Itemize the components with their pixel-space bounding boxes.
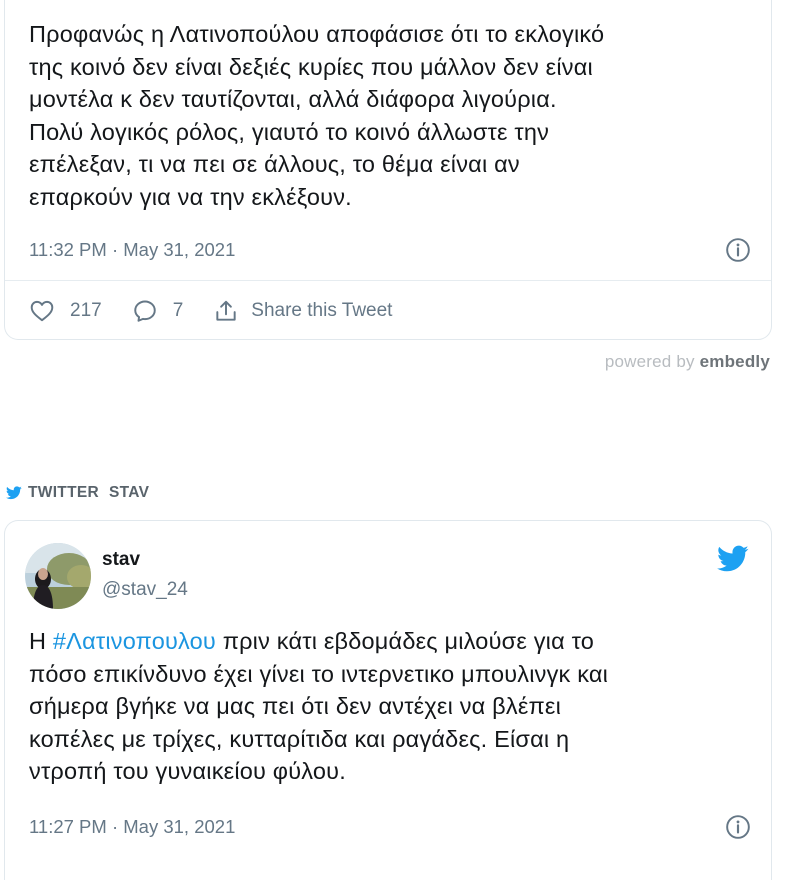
tweet-card-1: Προφανώς η Λατινοπούλου αποφάσισε ότι το… [4,0,772,340]
reply-icon [133,300,156,322]
heart-icon [30,300,54,322]
tweet-line: ντροπή του γυναικείου φύλου. [29,758,346,784]
source-account: STAV [108,484,150,501]
tweet-meta: 11:32 PM · May 31, 2021 [29,236,751,264]
twitter-bird-icon[interactable] [717,545,749,573]
info-icon[interactable] [725,237,751,263]
source-label: TWITTER STAV [6,484,149,502]
like-button[interactable]: 217 [29,298,102,324]
user-name[interactable]: stav [102,549,140,571]
source-platform: TWITTER [28,484,99,501]
user-handle[interactable]: @stav_24 [102,579,188,601]
tweet-text: Προφανώς η Λατινοπούλου αποφάσισε ότι το… [29,18,751,213]
share-icon [216,300,236,321]
tweet-line-prefix: Η [29,628,53,654]
tweet-line-suffix: πριν κάτι εβδομάδες μιλούσε για το [215,628,595,654]
tweet-line: σήμερα βγήκε να μας πει ότι δεν αντέχει … [29,693,562,719]
info-icon[interactable] [725,814,751,840]
reply-button[interactable]: 7 [132,298,184,324]
tweet-line: επέλεξαν, τι να πει σε άλλους, το θέμα ε… [29,151,520,177]
tweet-card-2: stav @stav_24 Η #Λατινοπουλου πριν κάτι … [4,520,772,880]
share-label: Share this Tweet [251,300,393,321]
tweet-line: πόσο επικίνδυνο έχει γίνει το ιντερνετικ… [29,660,609,687]
reply-count: 7 [172,300,184,321]
avatar-image [25,543,91,609]
divider [5,280,771,281]
tweet-actions: 217 7 Share this Tweet [29,298,392,324]
embedly-brand: embedly [699,352,770,371]
avatar[interactable] [25,543,91,609]
tweet-timestamp[interactable]: 11:32 PM · May 31, 2021 [29,239,235,261]
embedly-prefix: powered by [604,352,700,371]
tweet-line: μοντέλα κ δεν ταυτίζονται, αλλά διάφορα … [29,86,557,112]
tweet-timestamp[interactable]: 11:27 PM · May 31, 2021 [29,816,235,838]
tweet-line: της κοινό δεν είναι δεξιές κυρίες που μά… [29,53,593,80]
tweet-line: Πολύ λογικός ρόλος, γιαυτό το κοινό άλλω… [29,118,550,145]
embedly-credit[interactable]: powered by embedly [605,352,770,372]
tweet-line: επαρκούν για να την εκλέξουν. [29,183,352,210]
twitter-bird-icon [6,486,22,500]
tweet-line: Προφανώς η Λατινοπούλου αποφάσισε ότι το… [29,21,605,47]
hashtag-link[interactable]: #Λατινοπουλου [53,628,216,654]
tweet-line: κοπέλες με τρίχες, κυτταρίτιδα και ραγάδ… [29,725,570,752]
like-count: 217 [70,300,102,321]
tweet-text: Η #Λατινοπουλου πριν κάτι εβδομάδες μιλο… [29,625,751,788]
tweet-meta: 11:27 PM · May 31, 2021 [29,813,751,841]
share-button[interactable]: Share this Tweet [213,298,392,324]
